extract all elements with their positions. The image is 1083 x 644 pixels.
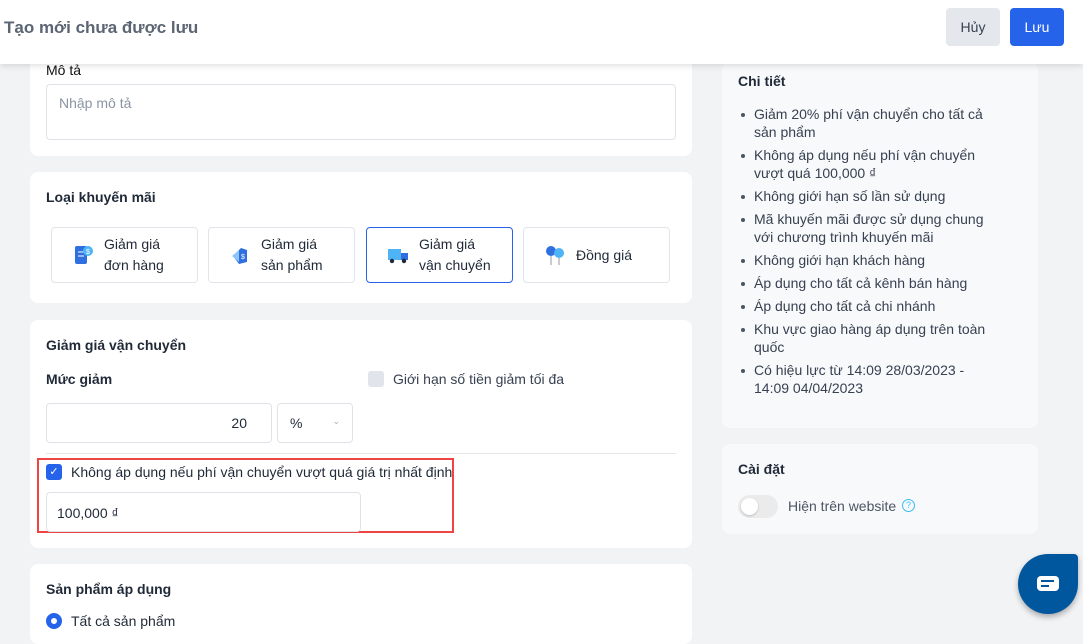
chevron-down-icon: ⌄ [332,416,340,426]
discount-label: Mức giảm [46,371,113,387]
discount-value-input[interactable]: 20 [46,403,272,443]
divider [46,453,676,454]
show-website-label: Hiện trên website [788,498,897,514]
detail-item: Áp dụng cho tất cả chi nhánh [741,297,994,315]
detail-item: Áp dụng cho tất cả kênh bán hàng [741,274,994,292]
save-button[interactable]: Lưu [1010,8,1064,46]
promo-type-shipping[interactable]: Giảm giá vận chuyển [366,227,513,283]
shipping-discount-card: Giảm giá vận chuyển Mức giảm Giới hạn số… [30,320,692,548]
unit-select[interactable]: % ⌄ [277,403,353,443]
shipping-title: Giảm giá vận chuyển [46,337,187,353]
detail-item: Mã khuyến mãi được sử dụng chung với chư… [741,210,994,246]
detail-item: Không giới hạn khách hàng [741,251,994,269]
promo-type-line1: Đồng giá [576,246,633,263]
promo-type-line2: đơn hàng [104,257,164,273]
all-products-radio[interactable] [46,613,62,629]
products-card: Sản phẩm áp dụng Tất cả sản phẩm [30,564,692,644]
promo-type-card: Loại khuyến mãi $ Giảm giá đơn hàng $ Giả… [30,172,692,303]
promo-type-same-price[interactable]: Đồng giá [523,227,670,283]
detail-item: Không áp dụng nếu phí vận chuyển vượt qu… [741,146,994,182]
description-label: Mô tả [46,62,82,78]
promo-type-line1: Giảm giá [104,236,161,252]
show-website-toggle[interactable] [738,495,778,518]
chat-button[interactable] [1018,554,1078,614]
truck-icon [388,249,408,264]
detail-item: Giảm 20% phí vận chuyển cho tất cả sản p… [741,105,994,141]
max-limit-checkbox[interactable] [368,371,384,387]
promo-type-order[interactable]: $ Giảm giá đơn hàng [51,227,198,283]
promo-type-line1: Giảm giá [261,236,318,252]
all-products-label: Tất cả sản phẩm [71,613,176,629]
balloons-icon [546,246,564,265]
description-placeholder: Nhập mô tả [59,95,132,111]
promo-type-line1: Giảm giá [419,236,476,252]
details-panel: Chi tiết Giảm 20% phí vận chuyển cho tất… [722,62,1038,428]
detail-item: Có hiệu lực từ 14:09 28/03/2023 - 14:09 … [741,361,994,397]
chat-icon [1037,576,1059,591]
header: Tạo mới chưa được lưu Hủy Lưu [0,0,1083,64]
receipt-dollar-icon: $ [75,246,93,264]
threshold-value: 100,000 ₫ [57,505,119,521]
cancel-button[interactable]: Hủy [946,8,1000,46]
page-title: Tạo mới chưa được lưu [4,18,199,37]
threshold-checkbox[interactable]: ✓ [46,464,62,480]
description-input[interactable]: Nhập mô tả [46,84,676,140]
details-title: Chi tiết [738,73,786,89]
settings-title: Cài đặt [738,461,785,477]
settings-panel: Cài đặt Hiện trên website ? [722,444,1038,534]
detail-item: Không giới hạn số lần sử dụng [741,187,994,205]
max-limit-label: Giới hạn số tiền giảm tối đa [393,371,565,387]
promo-type-line2: sản phẩm [261,257,323,273]
promo-type-product[interactable]: $ Giảm giá sản phẩm [208,227,355,283]
discount-value: 20 [231,415,247,431]
unit-value: % [290,415,303,431]
detail-item: Khu vực giao hàng áp dụng trên toàn quốc [741,320,994,356]
threshold-label: Không áp dụng nếu phí vận chuyển vượt qu… [71,464,453,480]
price-tag-icon: $ [232,248,247,264]
threshold-value-input[interactable]: 100,000 ₫ [46,492,361,532]
svg-text:$: $ [241,254,245,261]
promo-type-line2: vận chuyển [419,257,491,273]
help-icon[interactable]: ? [902,499,915,512]
promo-type-label: Loại khuyến mãi [46,189,156,205]
svg-text:$: $ [86,249,90,256]
details-list: Giảm 20% phí vận chuyển cho tất cả sản p… [741,105,994,402]
products-title: Sản phẩm áp dụng [46,581,172,597]
